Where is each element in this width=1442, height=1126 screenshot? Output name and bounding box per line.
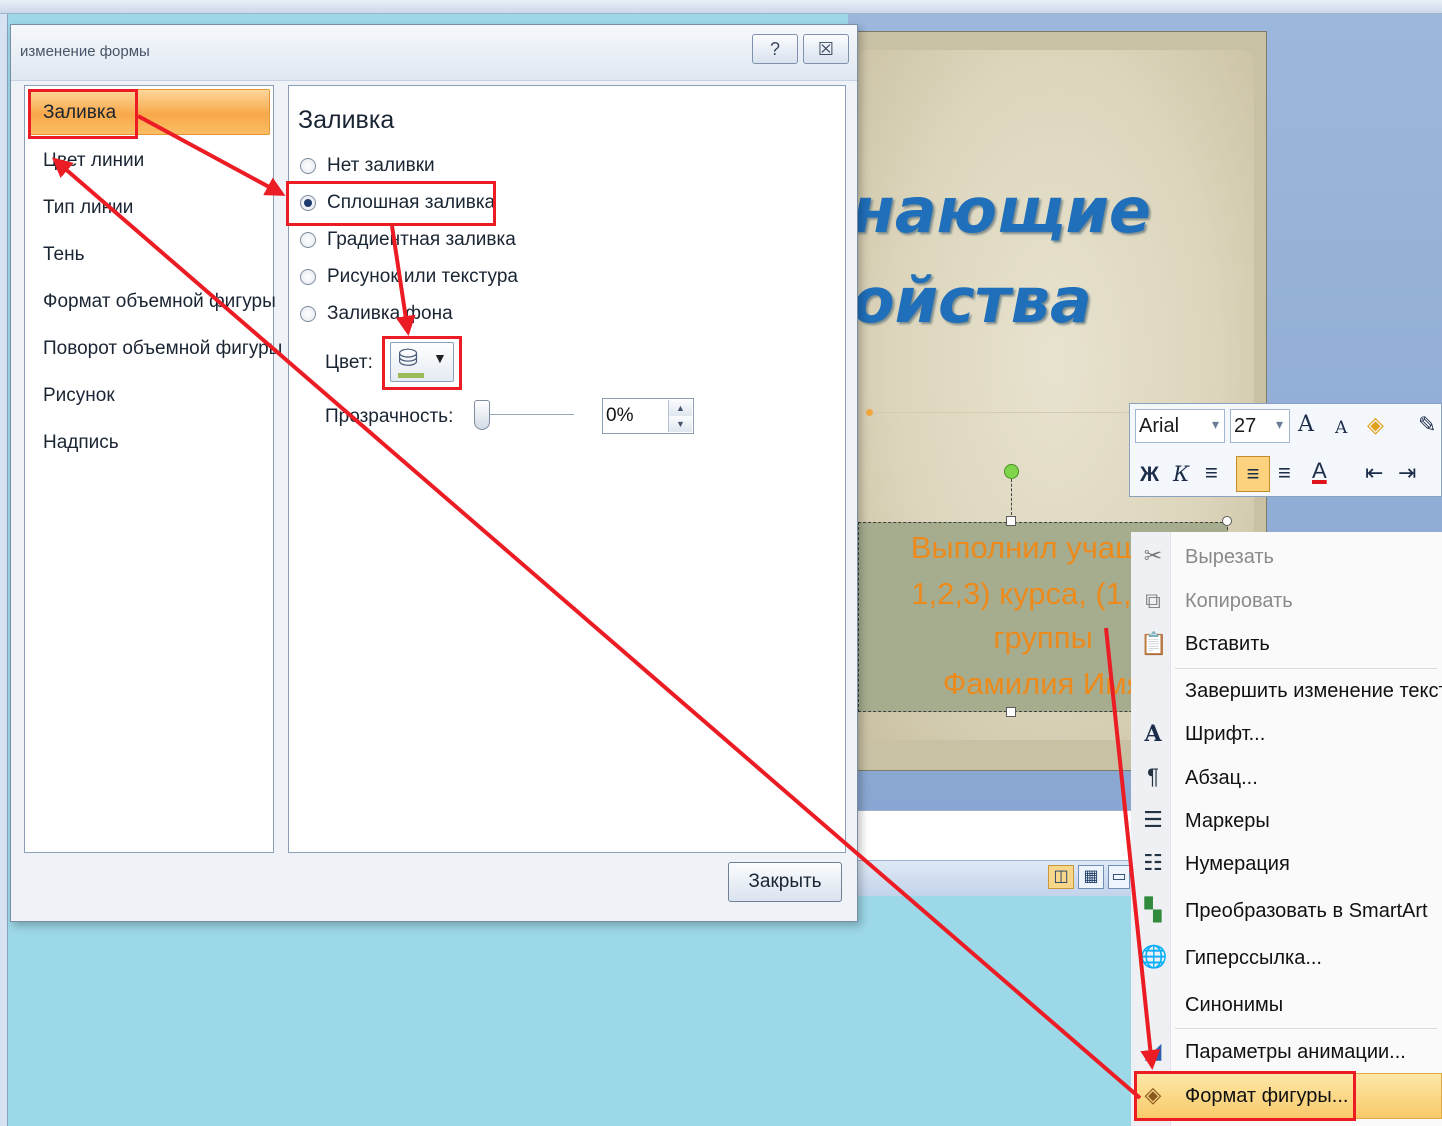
menu-separator <box>1175 1028 1437 1029</box>
paragraph-icon: ¶ <box>1147 764 1159 789</box>
copy-icon: ⧉ <box>1145 588 1161 613</box>
radio-background-fill[interactable] <box>300 306 316 322</box>
radio-no-fill[interactable] <box>300 158 316 174</box>
ribbon-edge <box>0 0 1442 14</box>
option-gradient-fill[interactable]: Градиентная заливка <box>327 229 516 251</box>
italic-button[interactable]: К <box>1173 464 1189 485</box>
annotation-box-fill-category <box>28 89 138 139</box>
slide-title-line1[interactable]: нающие <box>852 180 1152 242</box>
hyperlink-icon: 🌐 <box>1140 944 1168 969</box>
grow-font-icon[interactable]: A <box>1298 414 1314 436</box>
decrease-indent-icon[interactable]: ⇤ <box>1365 462 1383 484</box>
radio-gradient-fill[interactable] <box>300 232 316 248</box>
chevron-down-icon[interactable]: ▾ <box>1276 416 1283 433</box>
transparency-value[interactable]: 0% <box>606 405 633 427</box>
normal-view-icon[interactable]: ◫ <box>1048 865 1074 889</box>
resize-handle-bottom[interactable] <box>1006 707 1016 717</box>
rotation-handle[interactable] <box>1004 464 1019 479</box>
font-icon: A <box>1144 721 1162 747</box>
ctx-cut[interactable]: Вырезать <box>1185 546 1274 569</box>
shrink-font-icon[interactable]: A <box>1335 420 1347 437</box>
ctx-hyperlink[interactable]: Гиперссылка... <box>1185 947 1322 970</box>
ctx-paragraph[interactable]: Абзац... <box>1185 767 1258 790</box>
spin-up-icon[interactable]: ▲ <box>668 400 692 416</box>
category-3d-rotation[interactable]: Поворот объемной фигуры <box>43 338 282 360</box>
help-button[interactable]: ? <box>752 34 798 64</box>
ctx-numbering[interactable]: Нумерация <box>1185 853 1290 876</box>
option-picture-fill[interactable]: Рисунок или текстура <box>327 266 518 288</box>
annotation-box-color <box>382 336 462 390</box>
ctx-synonyms[interactable]: Синонимы <box>1185 994 1283 1017</box>
transparency-slider-thumb[interactable] <box>474 400 490 430</box>
option-background-fill[interactable]: Заливка фона <box>327 303 453 325</box>
increase-indent-icon[interactable]: ⇥ <box>1398 462 1416 484</box>
resize-handle-top[interactable] <box>1006 516 1016 526</box>
ctx-bullets[interactable]: Маркеры <box>1185 810 1270 833</box>
category-3d-format[interactable]: Формат объемной фигуры <box>43 291 276 313</box>
ctx-smartart[interactable]: Преобразовать в SmartArt <box>1185 900 1428 923</box>
transparency-label: Прозрачность: <box>325 406 454 427</box>
dialog-title: изменение формы <box>20 43 150 60</box>
ctx-exit-edit[interactable]: Завершить изменение текста <box>1185 680 1442 703</box>
animation-icon: ◢ <box>1144 1038 1162 1063</box>
option-no-fill[interactable]: Нет заливки <box>327 155 435 177</box>
category-text-box[interactable]: Надпись <box>43 432 119 454</box>
smartart-icon: ▚ <box>1144 897 1162 922</box>
slide-title-line2[interactable]: ойства <box>852 270 1152 332</box>
resize-handle-top-right[interactable] <box>1222 516 1232 526</box>
paste-icon: 📋 <box>1140 631 1168 656</box>
align-right-icon[interactable]: ≡ <box>1278 462 1291 484</box>
numbering-icon: ☷ <box>1143 850 1163 875</box>
window-border <box>0 14 8 1126</box>
rotation-stem <box>1011 479 1012 515</box>
slide-sorter-icon[interactable]: ▦ <box>1078 865 1104 889</box>
slideshow-icon[interactable]: ▭ <box>1108 865 1130 889</box>
highlight-bucket-icon[interactable]: ◈ <box>1367 414 1384 436</box>
bullets-icon: ☰ <box>1143 807 1163 832</box>
spin-down-icon[interactable]: ▼ <box>668 416 692 432</box>
category-shadow[interactable]: Тень <box>43 244 85 266</box>
menu-separator <box>1175 668 1437 669</box>
scissors-icon: ✂ <box>1143 543 1163 568</box>
category-line-color[interactable]: Цвет линии <box>43 150 144 172</box>
slide-divider <box>866 412 1136 413</box>
close-x-button[interactable]: ☒ <box>803 34 849 64</box>
ctx-font[interactable]: Шрифт... <box>1185 723 1265 746</box>
color-label: Цвет: <box>325 352 373 373</box>
ctx-paste[interactable]: Вставить <box>1185 633 1270 656</box>
close-button[interactable]: Закрыть <box>728 862 842 902</box>
align-center-icon[interactable]: ≡ <box>1236 456 1270 492</box>
category-picture[interactable]: Рисунок <box>43 385 115 407</box>
annotation-box-solid-fill <box>286 181 496 226</box>
slide-divider-dot <box>866 409 873 416</box>
transparency-slider-track[interactable] <box>478 414 574 415</box>
chevron-down-icon[interactable]: ▾ <box>1212 416 1219 433</box>
align-left-icon[interactable]: ≡ <box>1205 462 1218 484</box>
section-heading: Заливка <box>298 106 395 134</box>
context-menu <box>1131 532 1442 1126</box>
bold-button[interactable]: Ж <box>1140 464 1159 485</box>
format-painter-icon[interactable]: ✎ <box>1418 414 1436 436</box>
radio-picture-fill[interactable] <box>300 269 316 285</box>
ctx-copy[interactable]: Копировать <box>1185 590 1293 613</box>
ctx-animation[interactable]: Параметры анимации... <box>1185 1041 1406 1064</box>
annotation-box-format-shape <box>1134 1071 1356 1121</box>
font-color-icon[interactable]: A <box>1312 460 1327 482</box>
category-line-style[interactable]: Тип линии <box>43 197 133 219</box>
